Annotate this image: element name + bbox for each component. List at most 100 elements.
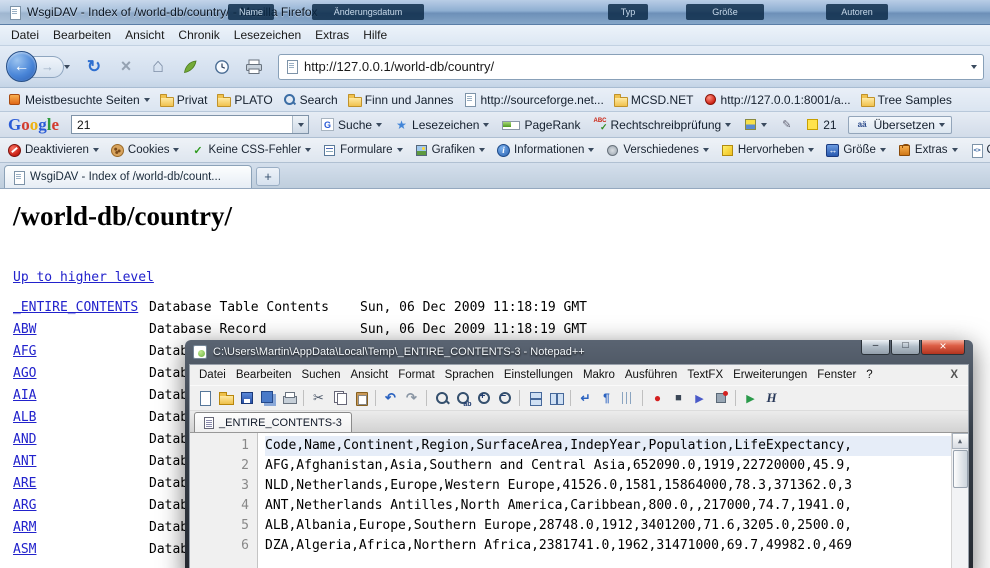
bookmark-privat[interactable]: Privat — [160, 93, 208, 107]
notepad-menu-ansicht[interactable]: Ansicht — [346, 367, 394, 383]
listing-link-entire-contents[interactable]: _ENTIRE_CONTENTS — [13, 297, 149, 319]
listing-link-abw[interactable]: ABW — [13, 319, 149, 341]
toolbar-save-all-icon[interactable] — [258, 389, 277, 408]
toolbar-sync-v-icon[interactable] — [525, 389, 544, 408]
toolbar-sync-h-icon[interactable] — [546, 389, 565, 408]
listing-link-aia[interactable]: AIA — [13, 385, 149, 407]
google-search-box[interactable]: 21 — [71, 115, 309, 134]
dropdown-arrow-icon[interactable] — [305, 148, 311, 155]
menu-chronik[interactable]: Chronik — [171, 26, 226, 44]
dropdown-arrow-icon[interactable] — [808, 148, 814, 155]
dropdown-arrow-icon[interactable] — [939, 123, 945, 130]
url-bar[interactable]: http://127.0.0.1/world-db/country/ — [278, 54, 984, 80]
webdev-gr-e[interactable]: Größe — [826, 144, 886, 157]
toolbar-zoom-in-icon[interactable] — [474, 389, 493, 408]
google-suche[interactable]: Suche — [319, 117, 384, 133]
toolbar-redo-icon[interactable] — [402, 389, 421, 408]
webdev-grafiken[interactable]: Grafiken — [415, 144, 485, 157]
notepad-menu-bearbeiten[interactable]: Bearbeiten — [231, 367, 297, 383]
code-area[interactable]: Code,Name,Continent,Region,SurfaceArea,I… — [258, 433, 951, 568]
webdev-formulare[interactable]: Formulare — [323, 144, 402, 157]
dropdown-arrow-icon[interactable] — [952, 148, 958, 155]
toolbar-undo-icon[interactable] — [381, 389, 400, 408]
toolbar-zoom-out-icon[interactable] — [495, 389, 514, 408]
toolbar-save-macro-icon[interactable] — [711, 389, 730, 408]
listing-link-and[interactable]: AND — [13, 429, 149, 451]
toolbar-find-icon[interactable] — [432, 389, 451, 408]
listing-link-are[interactable]: ARE — [13, 473, 149, 495]
toolbar-record-macro-icon[interactable] — [648, 389, 667, 408]
menu-ansicht[interactable]: Ansicht — [118, 26, 171, 44]
google-search-value[interactable]: 21 — [72, 118, 292, 132]
home-button[interactable]: ⌂ — [145, 54, 171, 80]
toolbar-copy-icon[interactable] — [330, 389, 349, 408]
google-21[interactable]: 21 — [804, 117, 838, 133]
webdev-quelltext[interactable]: Quelltext — [970, 144, 990, 157]
up-to-higher-level-link[interactable]: Up to higher level — [13, 270, 154, 285]
notepad-menu-fenster[interactable]: Fenster — [812, 367, 861, 383]
toolbar-replace-icon[interactable] — [453, 389, 472, 408]
notepad-tab[interactable]: _ENTIRE_CONTENTS-3 — [194, 412, 352, 432]
notepad-titlebar[interactable]: C:\Users\Martin\AppData\Local\Temp\_ENTI… — [189, 340, 969, 364]
history-clock-button[interactable] — [209, 54, 235, 80]
webdev-hervorheben[interactable]: Hervorheben — [721, 144, 814, 157]
notepad-menu-erweiterungen[interactable]: Erweiterungen — [728, 367, 812, 383]
reload-button[interactable]: ↻ — [81, 54, 107, 80]
google-pagerank[interactable]: PageRank — [500, 117, 582, 133]
menu-bearbeiten[interactable]: Bearbeiten — [46, 26, 118, 44]
menu-datei[interactable]: Datei — [4, 26, 46, 44]
stop-button[interactable]: × — [113, 54, 139, 80]
menu-extras[interactable]: Extras — [308, 26, 356, 44]
print-button[interactable] — [241, 54, 267, 80]
notepad-menu-einstellungen[interactable]: Einstellungen — [499, 367, 578, 383]
menu-hilfe[interactable]: Hilfe — [356, 26, 394, 44]
dropdown-arrow-icon[interactable] — [483, 123, 489, 130]
listing-link-arg[interactable]: ARG — [13, 495, 149, 517]
close-button[interactable]: × — [921, 340, 965, 355]
toolbar-show-all-chars-icon[interactable] — [597, 389, 616, 408]
bookmark-meistbesuchte-seiten[interactable]: Meistbesuchte Seiten — [8, 93, 150, 107]
webdev-deaktivieren[interactable]: Deaktivieren — [8, 144, 99, 157]
notepad-menu-datei[interactable]: Datei — [194, 367, 231, 383]
notepad-menu-format[interactable]: Format — [393, 367, 439, 383]
toolbar-indent-guide-icon[interactable] — [618, 389, 637, 408]
google-lesezeichen[interactable]: Lesezeichen — [393, 117, 491, 133]
notepad-menu-textfx[interactable]: TextFX — [682, 367, 728, 383]
webdev-informationen[interactable]: Informationen — [497, 144, 594, 157]
listing-link-asm[interactable]: ASM — [13, 539, 149, 561]
dropdown-arrow-icon[interactable] — [588, 148, 594, 155]
toolbar-word-wrap-icon[interactable] — [576, 389, 595, 408]
dropdown-arrow-icon[interactable] — [703, 148, 709, 155]
toolbar-html-icon[interactable] — [762, 389, 781, 408]
bookmark-tree-samples[interactable]: Tree Samples — [861, 93, 952, 107]
editor-area[interactable]: 123456 Code,Name,Continent,Region,Surfac… — [190, 433, 968, 568]
bookmark-mcsd-net[interactable]: MCSD.NET — [614, 93, 694, 107]
vertical-scrollbar[interactable]: ▲ — [951, 433, 968, 568]
toolbar-paste-icon[interactable] — [351, 389, 370, 408]
toolbar-cut-icon[interactable] — [309, 389, 328, 408]
back-button[interactable]: ← — [6, 51, 37, 82]
menu-lesezeichen[interactable]: Lesezeichen — [227, 26, 308, 44]
bookmark-http-127-0-0-1-8001-a[interactable]: http://127.0.0.1:8001/a... — [704, 93, 851, 107]
toolbar-play-macro-icon[interactable] — [690, 389, 709, 408]
new-tab-button[interactable]: + — [256, 167, 280, 186]
toolbar-new-file-icon[interactable] — [195, 389, 214, 408]
bookmark-http-sourceforge-net[interactable]: http://sourceforge.net... — [463, 93, 603, 107]
url-text[interactable]: http://127.0.0.1/world-db/country/ — [304, 59, 965, 74]
history-dropdown-icon[interactable] — [64, 65, 70, 72]
document-close-x[interactable]: X — [950, 369, 964, 381]
notepad-menu-sprachen[interactable]: Sprachen — [440, 367, 499, 383]
google-autofill-icon[interactable] — [742, 117, 769, 132]
toolbar-stop-macro-icon[interactable] — [669, 389, 688, 408]
bookmark-search[interactable]: Search — [283, 93, 338, 107]
dropdown-arrow-icon[interactable] — [144, 98, 150, 105]
scroll-thumb[interactable] — [953, 450, 968, 488]
dropdown-arrow-icon[interactable] — [761, 123, 767, 130]
webdev-cookies[interactable]: Cookies — [111, 144, 180, 157]
google-search-dropdown[interactable] — [292, 116, 308, 133]
webdev-verschiedenes[interactable]: Verschiedenes — [606, 144, 708, 157]
url-dropdown-icon[interactable] — [971, 65, 977, 72]
toolbar-print-icon[interactable] — [279, 389, 298, 408]
listing-link-ant[interactable]: ANT — [13, 451, 149, 473]
dropdown-arrow-icon[interactable] — [93, 148, 99, 155]
